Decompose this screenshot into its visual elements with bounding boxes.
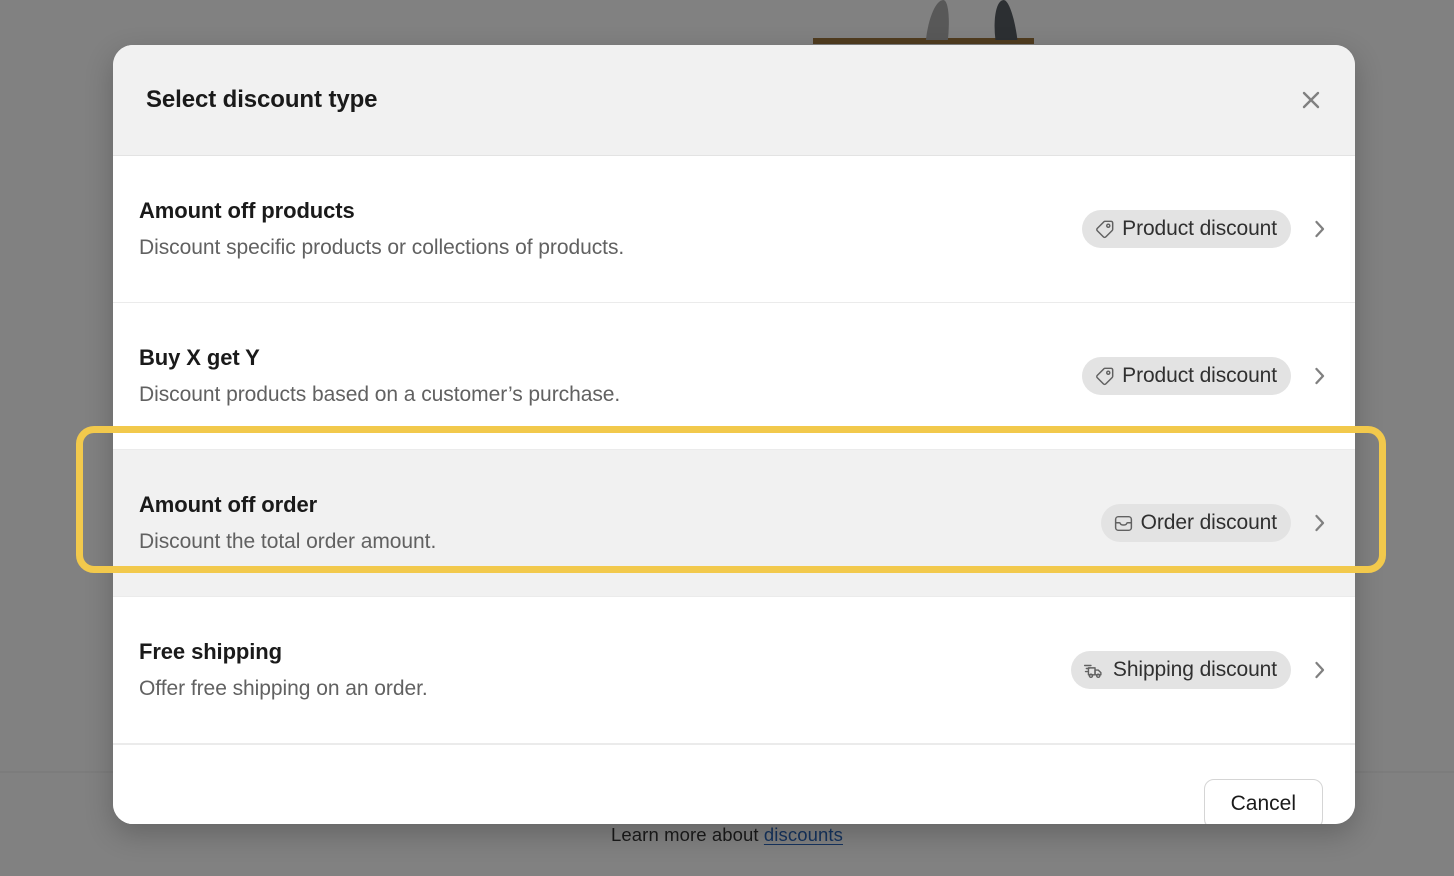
badge-shipping-discount: Shipping discount (1070, 651, 1291, 689)
badge-label: Product discount (1122, 364, 1277, 387)
option-row-amount-off-products[interactable]: Amount off products Discount specific pr… (113, 156, 1355, 303)
option-text-block: Amount off order Discount the total orde… (139, 492, 1101, 554)
option-text-block: Free shipping Offer free shipping on an … (139, 639, 1071, 701)
close-icon-button[interactable] (1291, 80, 1331, 120)
order-inbox-icon (1113, 513, 1134, 534)
option-right-block: Product discount (1082, 210, 1331, 248)
chevron-right-icon[interactable] (1309, 656, 1331, 684)
badge-order-discount: Order discount (1100, 504, 1291, 542)
option-row-free-shipping[interactable]: Free shipping Offer free shipping on an … (113, 597, 1355, 744)
option-description: Discount products based on a customer’s … (139, 383, 621, 406)
badge-product-discount: Product discount (1082, 210, 1291, 248)
option-title: Free shipping (139, 639, 282, 664)
option-right-block: Product discount (1082, 357, 1331, 395)
badge-label: Product discount (1122, 217, 1277, 240)
chevron-right-icon[interactable] (1309, 362, 1331, 390)
price-tag-icon (1094, 219, 1115, 240)
option-description: Discount specific products or collection… (139, 236, 625, 259)
option-right-block: Shipping discount (1070, 651, 1331, 689)
price-tag-icon (1094, 366, 1115, 387)
modal-title: Select discount type (146, 86, 378, 113)
option-title: Amount off products (139, 198, 355, 223)
badge-label: Shipping discount (1112, 658, 1277, 681)
option-text-block: Buy X get Y Discount products based on a… (139, 345, 1082, 407)
select-discount-type-modal: Select discount type Amount off products… (113, 45, 1355, 824)
option-right-block: Order discount (1100, 504, 1331, 542)
chevron-right-icon[interactable] (1309, 215, 1331, 243)
delivery-truck-icon (1083, 660, 1106, 681)
option-text-block: Amount off products Discount specific pr… (139, 198, 1082, 260)
option-title: Amount off order (139, 492, 318, 517)
option-title: Buy X get Y (139, 345, 260, 370)
option-row-buy-x-get-y[interactable]: Buy X get Y Discount products based on a… (113, 303, 1355, 450)
badge-product-discount: Product discount (1082, 357, 1291, 395)
option-description: Offer free shipping on an order. (139, 677, 428, 700)
cancel-button[interactable]: Cancel (1203, 778, 1323, 824)
option-row-amount-off-order[interactable]: Amount off order Discount the total orde… (113, 450, 1355, 597)
chevron-right-icon[interactable] (1309, 509, 1331, 537)
close-icon (1300, 89, 1322, 111)
modal-footer: Cancel (113, 744, 1355, 824)
discount-type-option-list: Amount off products Discount specific pr… (113, 156, 1355, 744)
option-description: Discount the total order amount. (139, 530, 437, 553)
badge-label: Order discount (1140, 511, 1277, 534)
modal-header: Select discount type (113, 45, 1355, 156)
